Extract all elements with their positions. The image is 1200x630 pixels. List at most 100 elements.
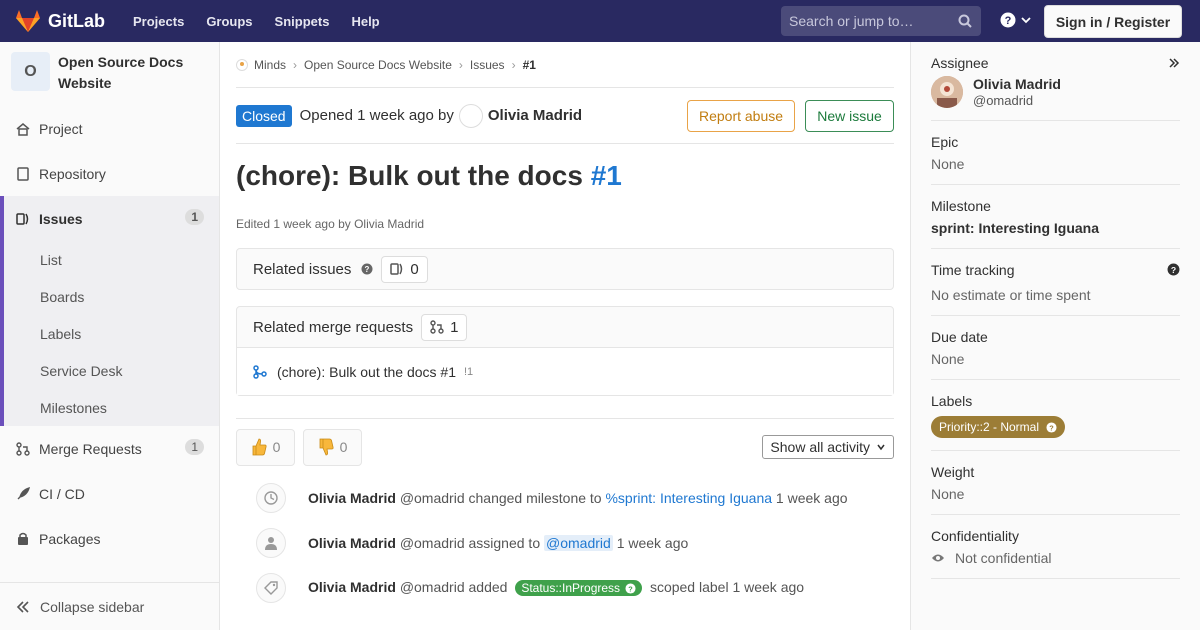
project-name: Open Source Docs Website bbox=[58, 54, 184, 91]
timeline-author[interactable]: Olivia Madrid bbox=[308, 535, 396, 551]
gitlab-logo[interactable]: GitLab bbox=[16, 10, 105, 32]
user-mention[interactable]: @omadrid bbox=[544, 534, 613, 551]
opened-text: Opened 1 week ago by bbox=[299, 107, 454, 124]
due-date-block: Due date None bbox=[931, 316, 1180, 380]
project-header[interactable]: O Open Source Docs Website bbox=[0, 42, 219, 106]
confidentiality-block: Confidentiality Not confidential bbox=[931, 515, 1180, 579]
issues-icon bbox=[390, 263, 403, 275]
sidebar-subitem-labels[interactable]: Labels bbox=[4, 315, 219, 352]
related-mrs-count[interactable]: 1 bbox=[421, 313, 468, 341]
sidebar-subitem-milestones[interactable]: Milestones bbox=[4, 389, 219, 426]
issues-count-badge: 1 bbox=[185, 209, 204, 225]
weight-title: Weight bbox=[931, 464, 975, 480]
top-navbar: GitLab Projects Groups Snippets Help Sea… bbox=[0, 0, 1200, 42]
timeline-time: 1 week ago bbox=[732, 579, 805, 595]
collapse-label: Collapse sidebar bbox=[40, 598, 145, 615]
search-input[interactable]: Search or jump to… bbox=[781, 6, 981, 36]
milestone-value[interactable]: sprint: Interesting Iguana bbox=[931, 220, 1180, 236]
tag-icon bbox=[256, 573, 286, 603]
timeline-item: Olivia Madrid @omadrid assigned to @omad… bbox=[236, 520, 894, 565]
timeline-item: Olivia Madrid @omadrid added Status::InP… bbox=[236, 565, 894, 610]
related-mr-item[interactable]: (chore): Bulk out the docs #1 !1 bbox=[237, 347, 893, 395]
sidebar-item-project[interactable]: Project bbox=[0, 106, 219, 151]
book-icon bbox=[16, 166, 30, 181]
sidebar-item-repository[interactable]: Repository bbox=[0, 151, 219, 196]
related-issues-count[interactable]: 0 bbox=[381, 255, 428, 283]
status-label-pill[interactable]: Status::InProgress ? bbox=[515, 580, 643, 596]
milestone-link[interactable]: %sprint: Interesting Iguana bbox=[605, 490, 772, 506]
search-icon bbox=[958, 14, 972, 28]
thumbs-up-button[interactable]: 0 bbox=[236, 428, 295, 466]
timeline-action: added bbox=[468, 579, 508, 595]
sidebar-item-label: Packages bbox=[39, 530, 101, 547]
question-icon: ? bbox=[625, 582, 636, 594]
issue-title-text: (chore): Bulk out the docs bbox=[236, 160, 583, 191]
timeline-author[interactable]: Olivia Madrid bbox=[308, 579, 396, 595]
sidebar-item-ci-cd[interactable]: CI / CD bbox=[0, 471, 219, 516]
epic-value: None bbox=[931, 156, 965, 172]
new-issue-button[interactable]: New issue bbox=[805, 100, 894, 132]
author-avatar[interactable] bbox=[458, 103, 483, 128]
nav-groups[interactable]: Groups bbox=[206, 14, 252, 29]
report-abuse-button[interactable]: Report abuse bbox=[687, 100, 795, 132]
svg-text:?: ? bbox=[365, 265, 370, 274]
status-label-text: Status::InProgress bbox=[521, 581, 621, 595]
question-icon: ? bbox=[1000, 12, 1016, 28]
related-mr-title: (chore): Bulk out the docs #1 bbox=[277, 363, 456, 380]
timeline-action: changed milestone to bbox=[468, 489, 602, 506]
priority-label-pill[interactable]: Priority::2 - Normal ? bbox=[931, 416, 1066, 438]
sidebar-item-packages[interactable]: Packages bbox=[0, 516, 219, 561]
question-icon[interactable]: ? bbox=[1167, 263, 1180, 276]
sidebar-item-merge-requests[interactable]: Merge Requests 1 bbox=[0, 426, 219, 471]
breadcrumb-project[interactable]: Open Source Docs Website bbox=[304, 58, 452, 72]
assignee-block: Assignee Olivia Madrid @omadrid bbox=[931, 42, 1180, 121]
activity-filter-dropdown[interactable]: Show all activity bbox=[762, 435, 894, 459]
sidebar-item-label: Repository bbox=[39, 165, 106, 182]
sidebar-item-issues[interactable]: Issues 1 bbox=[0, 196, 219, 241]
double-chevron-right-icon[interactable] bbox=[1168, 57, 1180, 69]
chevron-right-icon: › bbox=[511, 57, 516, 72]
issue-title: (chore): Bulk out the docs #1 bbox=[236, 160, 894, 196]
timeline-time: 1 week ago bbox=[616, 534, 689, 551]
sidebar-subitem-boards[interactable]: Boards bbox=[4, 278, 219, 315]
nav-help[interactable]: Help bbox=[351, 14, 379, 29]
milestone-block: Milestone sprint: Interesting Iguana bbox=[931, 185, 1180, 249]
timeline-author[interactable]: Olivia Madrid bbox=[308, 490, 396, 506]
svg-text:?: ? bbox=[628, 584, 633, 593]
clock-icon bbox=[256, 483, 286, 513]
project-avatar: O bbox=[11, 52, 50, 91]
double-chevron-left-icon bbox=[16, 600, 29, 613]
breadcrumb-issue-number[interactable]: #1 bbox=[523, 58, 536, 72]
sign-in-button[interactable]: Sign in / Register bbox=[1044, 5, 1182, 38]
breadcrumb-group[interactable]: Minds bbox=[254, 58, 286, 72]
timeline-item: Olivia Madrid @omadrid changed milestone… bbox=[236, 475, 894, 520]
sidebar-subitem-service-desk[interactable]: Service Desk bbox=[4, 352, 219, 389]
package-icon bbox=[16, 532, 30, 546]
related-issues-label: Related issues bbox=[253, 260, 352, 278]
tanuki-icon bbox=[16, 10, 40, 32]
issue-number: #1 bbox=[590, 160, 622, 191]
sidebar-item-label: Issues bbox=[39, 210, 83, 227]
nav-snippets[interactable]: Snippets bbox=[275, 14, 330, 29]
breadcrumb-issues[interactable]: Issues bbox=[470, 58, 505, 72]
sidebar-subitem-list[interactable]: List bbox=[4, 241, 219, 278]
issues-submenu: List Boards Labels Service Desk Mileston… bbox=[0, 241, 219, 426]
svg-text:?: ? bbox=[1049, 423, 1054, 432]
award-emoji-bar: 0 0 Show all activity bbox=[236, 419, 894, 475]
nav-projects[interactable]: Projects bbox=[133, 14, 184, 29]
weight-value: None bbox=[931, 486, 965, 502]
help-dropdown[interactable]: ? bbox=[1000, 12, 1032, 28]
milestone-title: Milestone bbox=[931, 198, 991, 214]
weight-block: Weight None bbox=[931, 451, 1180, 515]
time-tracking-title: Time tracking bbox=[931, 262, 1015, 278]
collapse-sidebar-button[interactable]: Collapse sidebar bbox=[0, 582, 219, 630]
assignee-title: Assignee bbox=[931, 55, 989, 71]
question-icon[interactable]: ? bbox=[361, 263, 373, 275]
merge-request-icon bbox=[16, 441, 30, 456]
chevron-down-icon bbox=[877, 444, 885, 451]
thumbs-down-button[interactable]: 0 bbox=[303, 428, 362, 466]
author-name[interactable]: Olivia Madrid bbox=[488, 107, 582, 124]
timeline-time: 1 week ago bbox=[775, 489, 848, 506]
assignee-user[interactable]: Olivia Madrid @omadrid bbox=[931, 76, 1180, 108]
related-mrs-count-value: 1 bbox=[450, 318, 459, 336]
